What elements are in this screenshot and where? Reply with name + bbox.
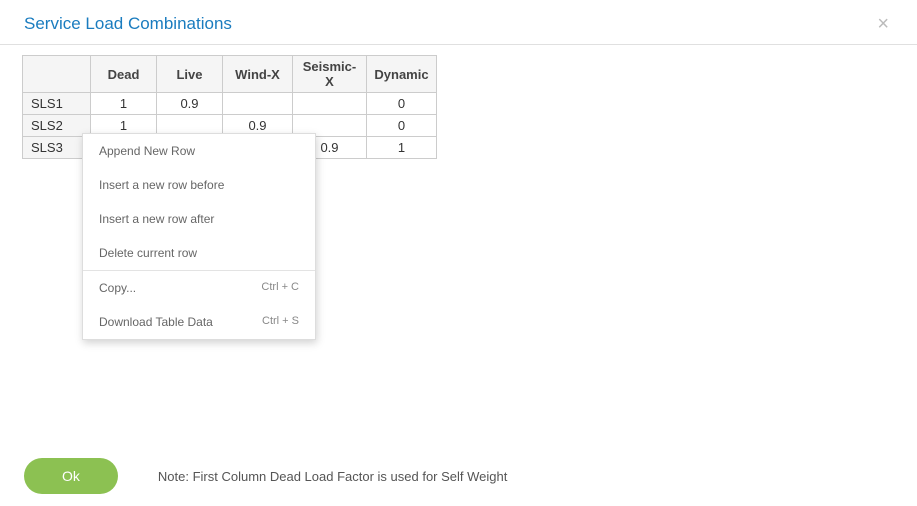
menu-label: Insert a new row before (99, 178, 224, 192)
cell[interactable]: 1 (91, 93, 157, 115)
menu-label: Insert a new row after (99, 212, 214, 226)
menu-delete-row[interactable]: Delete current row (83, 236, 315, 270)
dialog-header: Service Load Combinations × (0, 0, 917, 45)
cell[interactable]: 0 (367, 115, 437, 137)
row-label[interactable]: SLS1 (23, 93, 91, 115)
menu-insert-before[interactable]: Insert a new row before (83, 168, 315, 202)
dialog-footer: Ok Note: First Column Dead Load Factor i… (0, 458, 917, 494)
cell[interactable]: 0 (367, 93, 437, 115)
menu-insert-after[interactable]: Insert a new row after (83, 202, 315, 236)
menu-copy[interactable]: Copy... Ctrl + C (83, 271, 315, 305)
dialog-title: Service Load Combinations (24, 14, 232, 34)
dialog-content: Dead Live Wind-X Seismic-X Dynamic SLS1 … (0, 45, 917, 159)
menu-download-table[interactable]: Download Table Data Ctrl + S (83, 305, 315, 339)
col-header-dynamic[interactable]: Dynamic (367, 56, 437, 93)
col-header-live[interactable]: Live (157, 56, 223, 93)
menu-shortcut: Ctrl + C (261, 281, 299, 295)
footer-note: Note: First Column Dead Load Factor is u… (158, 469, 507, 484)
menu-append-row[interactable]: Append New Row (83, 134, 315, 168)
cell[interactable]: 0.9 (157, 93, 223, 115)
context-menu: Append New Row Insert a new row before I… (82, 133, 316, 340)
row-label[interactable]: SLS2 (23, 115, 91, 137)
menu-label: Append New Row (99, 144, 195, 158)
row-label[interactable]: SLS3 (23, 137, 91, 159)
menu-label: Download Table Data (99, 315, 213, 329)
cell[interactable] (223, 93, 293, 115)
col-header-seismicx[interactable]: Seismic-X (293, 56, 367, 93)
cell[interactable]: 1 (367, 137, 437, 159)
col-header-windx[interactable]: Wind-X (223, 56, 293, 93)
menu-label: Delete current row (99, 246, 197, 260)
table-row[interactable]: SLS1 1 0.9 0 (23, 93, 437, 115)
table-corner-cell (23, 56, 91, 93)
menu-shortcut: Ctrl + S (262, 315, 299, 329)
close-icon[interactable]: × (873, 14, 893, 34)
menu-label: Copy... (99, 281, 136, 295)
ok-button[interactable]: Ok (24, 458, 118, 494)
cell[interactable] (293, 93, 367, 115)
col-header-dead[interactable]: Dead (91, 56, 157, 93)
